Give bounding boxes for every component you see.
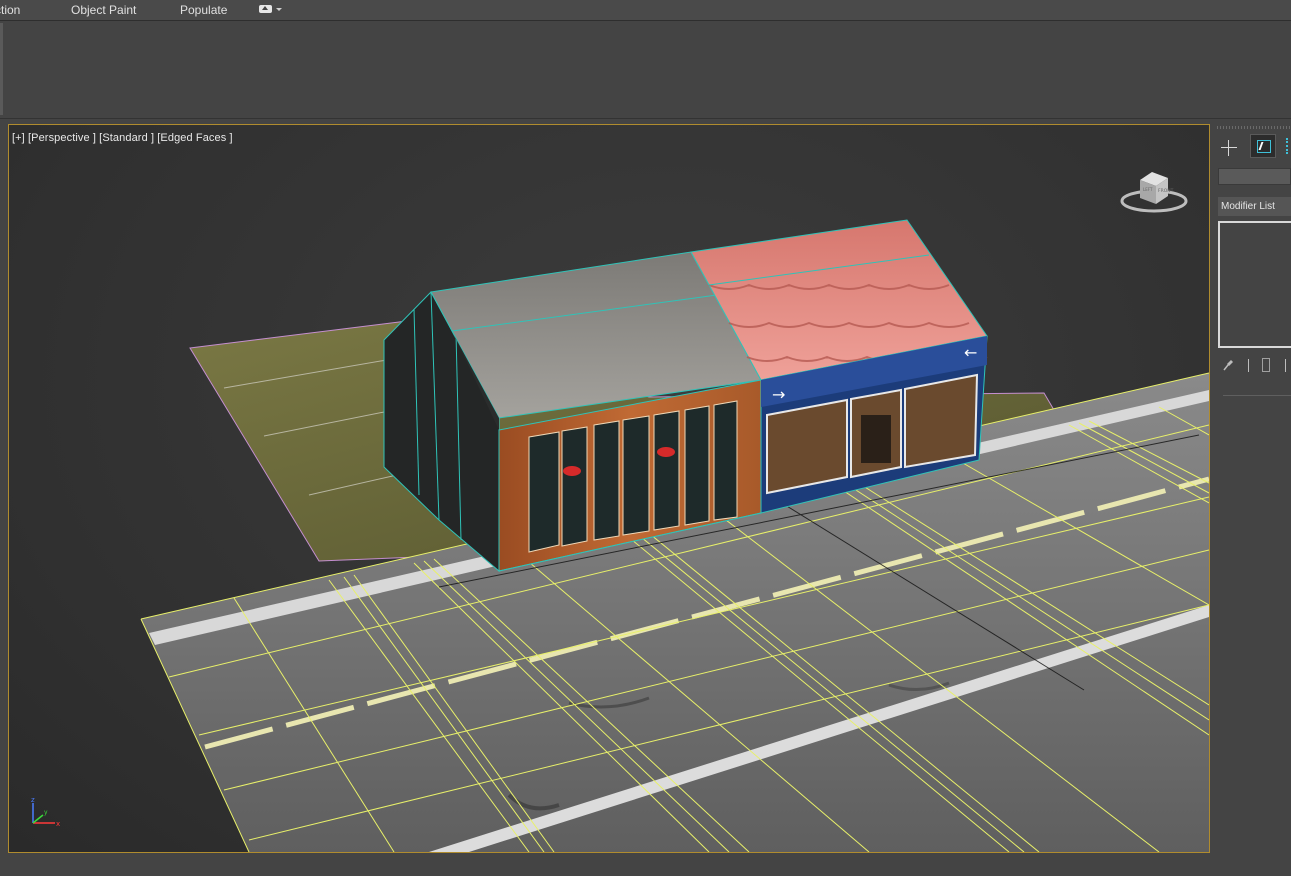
stack-toolbar xyxy=(1218,354,1291,376)
axis-x-label: x xyxy=(56,820,60,828)
panel-grip[interactable] xyxy=(1217,126,1291,129)
modify-tab-icon[interactable] xyxy=(1250,134,1276,158)
tab-selection[interactable]: ction xyxy=(0,3,20,17)
object-name-field[interactable] xyxy=(1218,168,1291,185)
axis-z-label: z xyxy=(31,796,35,804)
toolbar-separator xyxy=(1285,359,1286,372)
panel-divider xyxy=(1223,395,1291,396)
tab-populate[interactable]: Populate xyxy=(180,3,227,17)
tab-object-paint[interactable]: Object Paint xyxy=(71,3,136,17)
toolbar-separator xyxy=(1248,359,1249,372)
ribbon-panel xyxy=(0,21,1291,119)
pin-stack-icon[interactable] xyxy=(1222,358,1234,372)
scene-canvas[interactable]: → ← xyxy=(9,125,1209,852)
collapse-ribbon-icon[interactable] xyxy=(258,4,284,16)
menu-bar: ction Object Paint Populate xyxy=(0,0,1291,21)
command-panel: Modifier List xyxy=(1213,124,1291,876)
perspective-viewport[interactable]: → ← [+] [Perspective ] [Standard ] [Edge… xyxy=(8,124,1210,853)
viewcube-left-label: LEFT xyxy=(1143,187,1153,192)
modifier-stack-list[interactable] xyxy=(1218,221,1291,348)
axis-y-label: y xyxy=(44,809,48,816)
modifier-list-dropdown[interactable]: Modifier List xyxy=(1218,197,1291,216)
ribbon-drag-handle[interactable] xyxy=(0,23,3,115)
viewcube-front-label: FRONT xyxy=(1158,188,1174,194)
axis-tripod-icon: z x y xyxy=(31,796,60,828)
viewcube-icon[interactable]: FRONT LEFT xyxy=(1114,158,1194,218)
create-tab-icon[interactable] xyxy=(1218,137,1240,159)
chevron-down-icon xyxy=(276,8,282,11)
arrow-left-icon: ← xyxy=(964,343,977,362)
show-end-result-icon[interactable] xyxy=(1262,358,1270,372)
viewport-label[interactable]: [+] [Perspective ] [Standard ] [Edged Fa… xyxy=(12,132,233,144)
hierarchy-tab-icon[interactable] xyxy=(1286,138,1291,154)
arrow-right-icon: → xyxy=(772,385,785,404)
